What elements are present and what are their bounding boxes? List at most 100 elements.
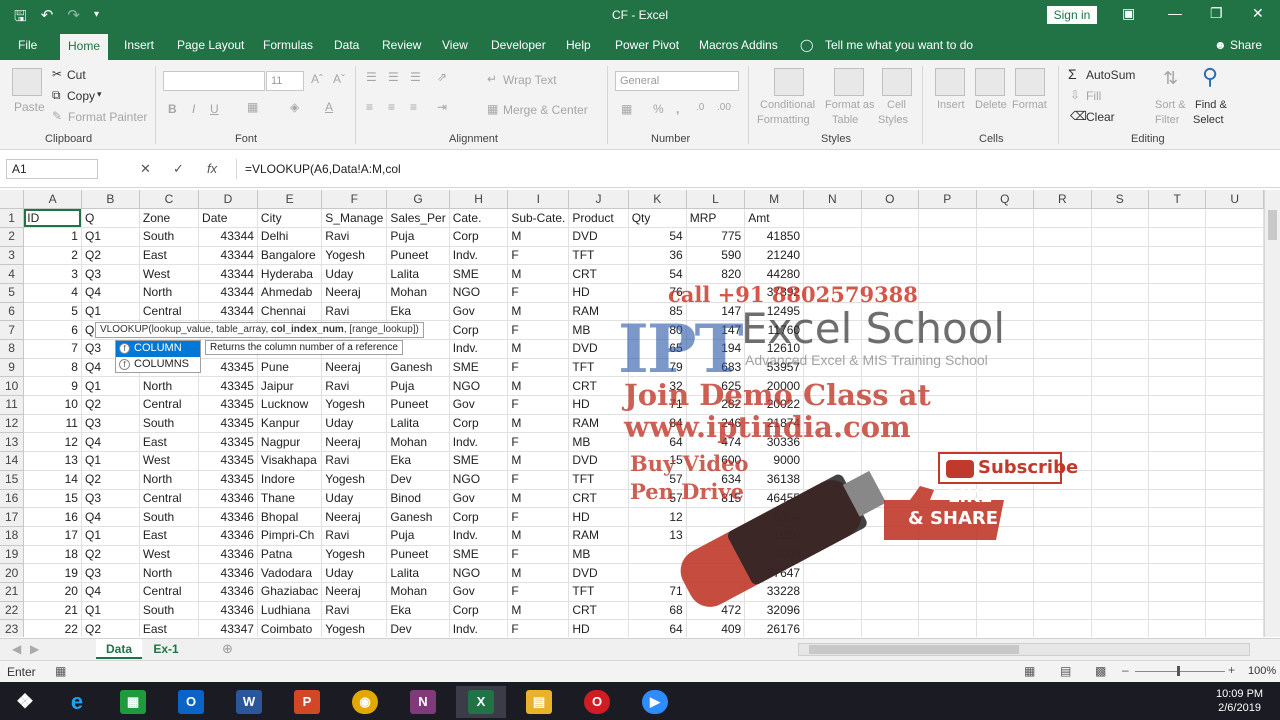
- tab-data[interactable]: Data: [334, 38, 359, 52]
- zoom-slider[interactable]: [1135, 671, 1225, 672]
- number-format-box[interactable]: General: [615, 71, 739, 91]
- zoom-slider-thumb[interactable]: [1177, 666, 1180, 676]
- cell[interactable]: [1148, 432, 1207, 453]
- fill-button[interactable]: Fill: [1086, 89, 1101, 103]
- zoom-in-icon[interactable]: +: [1228, 663, 1235, 677]
- taskbar-powerpoint[interactable]: P: [282, 686, 332, 718]
- cell[interactable]: [976, 582, 1035, 602]
- conditional-formatting-icon[interactable]: [774, 68, 804, 96]
- cell[interactable]: SME: [449, 264, 509, 284]
- cell[interactable]: Indore: [257, 470, 323, 490]
- cell[interactable]: Q2: [81, 246, 140, 266]
- sheet-tab-ex-1[interactable]: Ex-1: [146, 639, 186, 659]
- cell[interactable]: 246: [686, 414, 746, 434]
- cell[interactable]: 6: [23, 320, 82, 340]
- conditional-formatting-label-2[interactable]: Formatting: [757, 114, 810, 126]
- cell[interactable]: Ravi: [321, 601, 388, 621]
- formula-input[interactable]: =VLOOKUP(A6,Data!A:M,col: [236, 159, 1260, 179]
- cell[interactable]: Amt: [744, 208, 805, 228]
- row-header[interactable]: 12: [0, 414, 25, 434]
- column-header[interactable]: Q: [976, 190, 1035, 210]
- cell[interactable]: [803, 395, 862, 415]
- cell[interactable]: Q1: [81, 601, 140, 621]
- cell[interactable]: [1091, 358, 1149, 378]
- merge-center-button[interactable]: Merge & Center: [503, 103, 588, 117]
- page-break-view-icon[interactable]: ▩: [1095, 664, 1106, 678]
- row-header[interactable]: 15: [0, 470, 25, 490]
- cell[interactable]: Ganesh: [386, 358, 450, 378]
- cell[interactable]: East: [139, 526, 200, 546]
- cell[interactable]: 820: [686, 264, 746, 284]
- cell[interactable]: [803, 414, 862, 434]
- cell[interactable]: [1148, 320, 1207, 340]
- currency-icon[interactable]: ▦: [621, 102, 632, 116]
- cell[interactable]: 43346: [198, 526, 258, 546]
- worksheet-grid[interactable]: ABCDEFGHIJKLMNOPQRSTU 1 ID Q Zone Date City S_…: [0, 190, 1264, 637]
- cell[interactable]: [1091, 432, 1149, 453]
- cell[interactable]: [918, 395, 977, 415]
- wrap-text-button[interactable]: Wrap Text: [503, 73, 557, 87]
- cell[interactable]: [1205, 358, 1264, 378]
- cell[interactable]: [1148, 545, 1207, 565]
- cell[interactable]: 43345: [198, 358, 258, 378]
- cell[interactable]: [1148, 208, 1207, 228]
- cell[interactable]: [1148, 227, 1207, 247]
- tab-file[interactable]: File: [18, 38, 37, 52]
- taskbar-clock[interactable]: 10:09 PM 2/6/2019: [1216, 687, 1263, 715]
- cell[interactable]: M: [507, 376, 570, 397]
- cell[interactable]: Corp: [449, 414, 509, 434]
- cell[interactable]: [1033, 563, 1092, 583]
- cell[interactable]: [1148, 601, 1207, 621]
- cell[interactable]: CRT: [568, 601, 629, 621]
- cell[interactable]: Q1: [81, 302, 140, 322]
- cell[interactable]: Q4: [81, 507, 140, 527]
- cell[interactable]: F: [507, 432, 570, 453]
- cell[interactable]: SME: [449, 358, 509, 378]
- macro-record-icon[interactable]: ▦: [55, 664, 66, 678]
- cell[interactable]: [1091, 339, 1149, 359]
- cell[interactable]: [861, 320, 920, 340]
- cell[interactable]: Ahmedab: [257, 283, 323, 303]
- cell[interactable]: [1205, 470, 1264, 490]
- cell[interactable]: [1033, 489, 1092, 509]
- cell[interactable]: Neeraj: [321, 358, 388, 378]
- cell[interactable]: Puja: [386, 376, 450, 397]
- cell[interactable]: Indv.: [449, 619, 509, 637]
- cell[interactable]: [976, 339, 1035, 359]
- cell[interactable]: [1205, 619, 1264, 637]
- share-button[interactable]: ☻ Share: [1214, 38, 1262, 52]
- find-select-label-1[interactable]: Find &: [1195, 99, 1227, 111]
- cell[interactable]: DVD: [568, 563, 629, 583]
- cell[interactable]: MRP: [686, 208, 746, 228]
- cell[interactable]: [1205, 395, 1264, 415]
- cell[interactable]: 13: [23, 451, 82, 471]
- cell[interactable]: [803, 320, 862, 340]
- cell[interactable]: 43344: [198, 227, 258, 247]
- cell[interactable]: [1148, 395, 1207, 415]
- taskbar-opera[interactable]: O: [572, 686, 622, 718]
- sheet-tab-data[interactable]: Data: [96, 639, 142, 659]
- tab-power-pivot[interactable]: Power Pivot: [615, 38, 679, 52]
- cell[interactable]: Dev: [386, 619, 450, 637]
- column-header[interactable]: A: [23, 190, 82, 210]
- cell[interactable]: [1205, 320, 1264, 340]
- cell[interactable]: West: [139, 451, 200, 471]
- cell[interactable]: MB: [568, 432, 629, 453]
- cell[interactable]: RAM: [568, 526, 629, 546]
- cell[interactable]: DVD: [568, 339, 629, 359]
- cell[interactable]: [1033, 414, 1092, 434]
- row-header[interactable]: 9: [0, 358, 25, 378]
- cell[interactable]: Yogesh: [321, 395, 388, 415]
- cell[interactable]: 43345: [198, 414, 258, 434]
- cell[interactable]: S_Manage: [321, 208, 388, 228]
- cell[interactable]: DVD: [568, 227, 629, 247]
- conditional-formatting-label-1[interactable]: Conditional: [760, 99, 815, 111]
- new-sheet-icon[interactable]: ⊕: [222, 641, 233, 657]
- taskbar-zoom[interactable]: ▶: [630, 686, 680, 718]
- cell[interactable]: [1091, 451, 1149, 471]
- cell[interactable]: M: [507, 451, 570, 471]
- font-size-box[interactable]: 11: [266, 71, 304, 91]
- cell[interactable]: 43346: [198, 582, 258, 602]
- cell[interactable]: Q4: [81, 432, 140, 453]
- cell[interactable]: [861, 376, 920, 397]
